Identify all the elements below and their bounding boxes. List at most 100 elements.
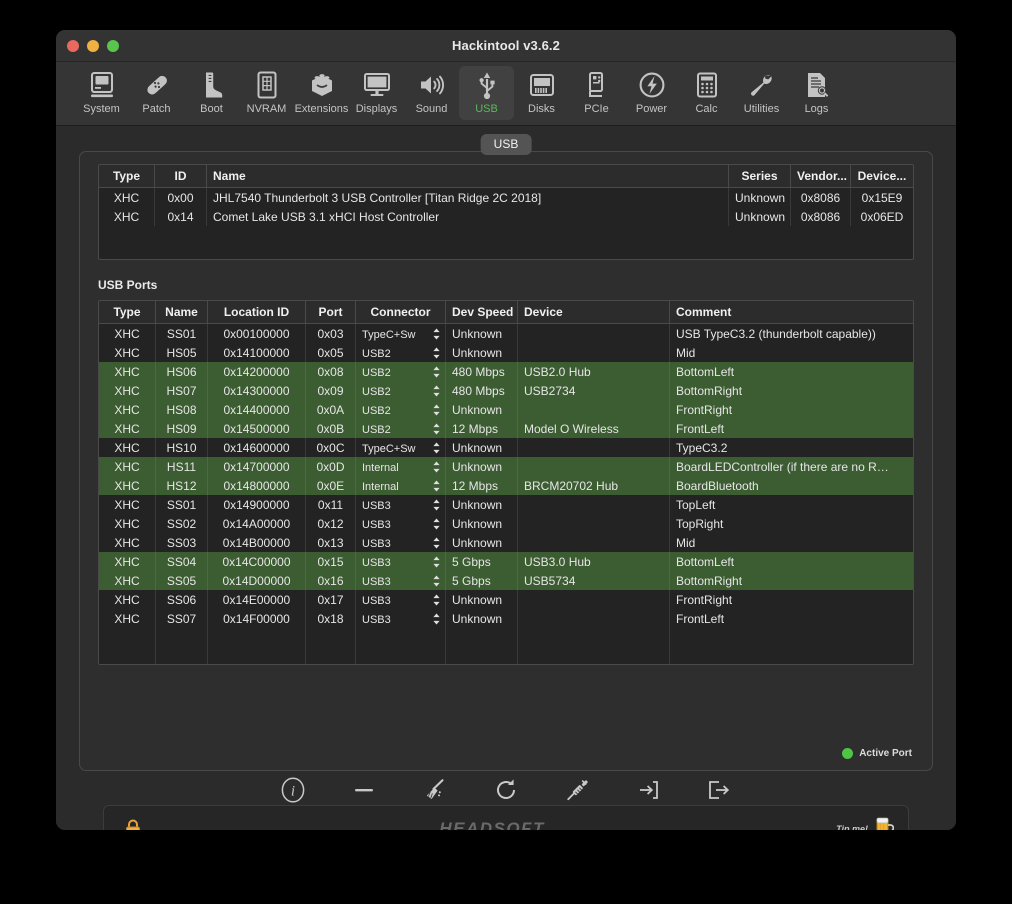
col-vendor[interactable]: Vendor... (791, 165, 851, 188)
toolbar-item-displays[interactable]: Displays (349, 66, 404, 120)
col-device[interactable]: Device... (851, 165, 913, 188)
table-row[interactable]: XHC HS07 0x14300000 0x09 USB2 480 Mbps USB2734… (99, 381, 913, 400)
col-type[interactable]: Type (99, 165, 155, 188)
toolbar-item-calc[interactable]: Calc (679, 66, 734, 120)
table-row[interactable]: XHC 0x14 Comet Lake USB 3.1 xHCI Host Cont… (99, 207, 913, 226)
toolbar-item-disks[interactable]: Disks (514, 66, 569, 120)
table-row[interactable]: XHC SS05 0x14D00000 0x16 USB3 5 Gbps USB5734 Bo… (99, 571, 913, 590)
chevron-updown-icon[interactable] (432, 536, 441, 549)
table-row[interactable]: XHC HS11 0x14700000 0x0D Internal Unknown Boar… (99, 457, 913, 476)
beer-icon[interactable] (874, 815, 895, 830)
connector-select[interactable]: Internal (356, 476, 446, 495)
connector-select[interactable]: USB3 (356, 495, 446, 514)
port-location-id: 0x14100000 (208, 343, 306, 362)
info-icon[interactable]: i (278, 775, 308, 805)
chevron-updown-icon[interactable] (432, 403, 441, 416)
active-port-dot (842, 748, 854, 759)
broom-icon[interactable] (420, 775, 450, 805)
connector-select[interactable]: USB2 (356, 400, 446, 419)
table-row[interactable]: XHC SS04 0x14C00000 0x15 USB3 5 Gbps USB3.0 Hu… (99, 552, 913, 571)
col-type[interactable]: Type (99, 301, 156, 324)
chevron-updown-icon[interactable] (432, 422, 441, 435)
table-row[interactable]: XHC SS01 0x00100000 0x03 TypeC+Sw Unknown USB … (99, 324, 913, 343)
connector-select[interactable]: USB3 (356, 609, 446, 628)
col-id[interactable]: ID (155, 165, 207, 188)
chevron-updown-icon[interactable] (432, 574, 441, 587)
chevron-updown-icon[interactable] (432, 365, 441, 378)
toolbar-item-utilities[interactable]: Utilities (734, 66, 789, 120)
table-row[interactable]: XHC SS06 0x14E00000 0x17 USB3 Unknown FrontRig… (99, 590, 913, 609)
minus-icon[interactable] (349, 775, 379, 805)
table-row[interactable]: XHC SS01 0x14900000 0x11 USB3 Unknown TopLeft (99, 495, 913, 514)
port-dev-speed: Unknown (446, 400, 518, 419)
table-row[interactable]: XHC HS09 0x14500000 0x0B USB2 12 Mbps Model O … (99, 419, 913, 438)
toolbar-item-system[interactable]: System (74, 66, 129, 120)
connector-select[interactable]: USB2 (356, 419, 446, 438)
table-row[interactable]: XHC SS03 0x14B00000 0x13 USB3 Unknown Mid (99, 533, 913, 552)
toolbar-item-pcie[interactable]: PCIe (569, 66, 624, 120)
connector-select[interactable]: TypeC+Sw (356, 324, 446, 343)
connector-select[interactable]: USB3 (356, 552, 446, 571)
col-name[interactable]: Name (156, 301, 208, 324)
chevron-updown-icon[interactable] (432, 327, 441, 340)
col-name[interactable]: Name (207, 165, 729, 188)
port-device: USB2734 (518, 381, 670, 400)
connector-select[interactable]: USB2 (356, 343, 446, 362)
port-type: XHC (99, 495, 156, 514)
col-comment[interactable]: Comment (670, 301, 913, 324)
tip-me-button[interactable]: Tip me! (836, 815, 895, 830)
connector-select[interactable]: USB3 (356, 590, 446, 609)
syringe-icon[interactable] (562, 775, 592, 805)
refresh-icon[interactable] (491, 775, 521, 805)
toolbar-item-extensions[interactable]: Extensions (294, 66, 349, 120)
connector-select[interactable]: Internal (356, 457, 446, 476)
table-row[interactable]: XHC HS10 0x14600000 0x0C TypeC+Sw Unknown Type… (99, 438, 913, 457)
chevron-updown-icon[interactable] (432, 460, 441, 473)
toolbar-item-logs[interactable]: Logs (789, 66, 844, 120)
chevron-updown-icon[interactable] (432, 593, 441, 606)
usb-controllers-table[interactable]: Type ID Name Series Vendor... Device... … (98, 164, 914, 260)
col-connector[interactable]: Connector (356, 301, 446, 324)
toolbar-item-boot[interactable]: Boot (184, 66, 239, 120)
toolbar-item-sound[interactable]: Sound (404, 66, 459, 120)
table-row[interactable]: XHC HS05 0x14100000 0x05 USB2 Unknown Mid (99, 343, 913, 362)
tab-usb[interactable]: USB (480, 134, 532, 155)
connector-select[interactable]: USB3 (356, 571, 446, 590)
chevron-updown-icon[interactable] (432, 479, 441, 492)
chevron-updown-icon[interactable] (432, 346, 441, 359)
logs-icon (805, 70, 829, 100)
chevron-updown-icon[interactable] (432, 555, 441, 568)
connector-value: TypeC+Sw (362, 328, 416, 341)
toolbar-item-power[interactable]: Power (624, 66, 679, 120)
table-row[interactable]: XHC HS12 0x14800000 0x0E Internal 12 Mbps BRCM… (99, 476, 913, 495)
col-dev-speed[interactable]: Dev Speed (446, 301, 518, 324)
chevron-updown-icon[interactable] (432, 441, 441, 454)
col-location-id[interactable]: Location ID (208, 301, 306, 324)
lock-icon[interactable] (118, 814, 148, 830)
chevron-updown-icon[interactable] (432, 384, 441, 397)
col-series[interactable]: Series (729, 165, 791, 188)
export-icon[interactable] (704, 775, 734, 805)
import-icon[interactable] (633, 775, 663, 805)
chevron-updown-icon[interactable] (432, 517, 441, 530)
table-row[interactable]: XHC HS06 0x14200000 0x08 USB2 480 Mbps USB2.0 … (99, 362, 913, 381)
connector-select[interactable]: USB3 (356, 533, 446, 552)
toolbar-item-usb[interactable]: USB (459, 66, 514, 120)
toolbar-item-patch[interactable]: Patch (129, 66, 184, 120)
port-type: XHC (99, 362, 156, 381)
col-device[interactable]: Device (518, 301, 670, 324)
connector-select[interactable]: TypeC+Sw (356, 438, 446, 457)
chevron-updown-icon[interactable] (432, 498, 441, 511)
table-row[interactable]: XHC 0x00 JHL7540 Thunderbolt 3 USB Control… (99, 188, 913, 207)
col-port[interactable]: Port (306, 301, 356, 324)
table-row[interactable]: XHC HS08 0x14400000 0x0A USB2 Unknown FrontRig… (99, 400, 913, 419)
usb-ports-table[interactable]: Type Name Location ID Port Connector Dev… (98, 300, 914, 665)
toolbar-item-nvram[interactable]: NVRAM (239, 66, 294, 120)
connector-select[interactable]: USB2 (356, 381, 446, 400)
table-row[interactable]: XHC SS07 0x14F00000 0x18 USB3 Unknown FrontLef… (99, 609, 913, 628)
chevron-updown-icon[interactable] (432, 612, 441, 625)
connector-select[interactable]: USB3 (356, 514, 446, 533)
connector-select[interactable]: USB2 (356, 362, 446, 381)
table-row[interactable]: XHC SS02 0x14A00000 0x12 USB3 Unknown TopRight (99, 514, 913, 533)
patch-icon (143, 70, 171, 100)
